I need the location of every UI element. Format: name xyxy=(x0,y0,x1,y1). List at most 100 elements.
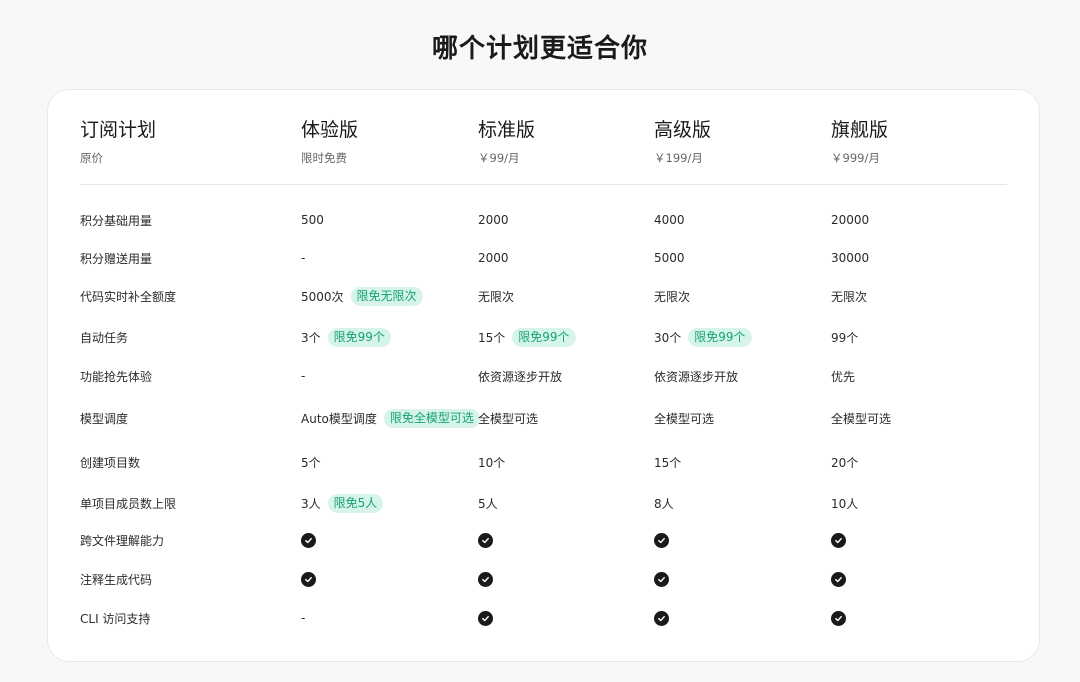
plan-price: 限时免费 xyxy=(301,151,347,165)
check-circle-icon xyxy=(654,571,669,587)
cell-value: 无限次 xyxy=(831,289,868,304)
check-circle-icon xyxy=(301,571,316,587)
plan-cell: 30个 限免99个 xyxy=(654,324,752,350)
header-label-column: 订阅计划 原价 xyxy=(80,118,156,166)
plan-name: 体验版 xyxy=(301,119,359,141)
check-circle-icon xyxy=(831,532,846,548)
promo-badge: 限免无限次 xyxy=(350,286,423,306)
plan-cell: 2000 xyxy=(478,245,509,271)
feature-label: 单项目成员数上限 xyxy=(80,496,177,511)
plan-name: 高级版 xyxy=(654,119,712,141)
plan-cell: 500 xyxy=(301,207,324,233)
cell-value: 依资源逐步开放 xyxy=(654,369,739,384)
cell-value: 30000 xyxy=(831,251,870,265)
cell-value: 3个 xyxy=(301,330,321,345)
plan-cell: 无限次 xyxy=(831,283,867,309)
plan-name: 旗舰版 xyxy=(831,119,889,141)
plan-cell: - xyxy=(301,605,305,631)
feature-label: 创建项目数 xyxy=(80,455,141,470)
table-row: 自动任务 3个 限免99个 15个 限免99个 30个 限免99个 99个 xyxy=(0,324,1080,350)
cell-value: 5个 xyxy=(301,455,321,470)
cell-value: 5000 xyxy=(654,251,685,265)
check-circle-icon xyxy=(654,532,669,548)
feature-label: 自动任务 xyxy=(80,330,129,345)
plan-cell: 依资源逐步开放 xyxy=(654,363,738,389)
cell-value: 8人 xyxy=(654,496,674,511)
check-circle-icon xyxy=(831,571,846,587)
cell-value: 无限次 xyxy=(478,289,515,304)
plan-cell: 3个 限免99个 xyxy=(301,324,391,350)
plan-cell: 无限次 xyxy=(478,283,514,309)
plan-cell: 全模型可选 xyxy=(478,405,538,431)
plan-cell: 5人 xyxy=(478,490,498,516)
check-circle-icon xyxy=(831,610,846,626)
feature-label: CLI 访问支持 xyxy=(80,611,151,626)
plan-cell: 99个 xyxy=(831,324,858,350)
table-row: 代码实时补全额度 5000次 限免无限次 无限次 无限次 无限次 xyxy=(0,283,1080,309)
page-title: 哪个计划更适合你 xyxy=(431,34,648,64)
plan-header-flagship: 旗舰版 ￥999/月 xyxy=(831,118,888,166)
cell-value: 20000 xyxy=(831,213,870,227)
cell-value: 全模型可选 xyxy=(654,411,715,426)
plan-cell: 4000 xyxy=(654,207,685,233)
promo-badge: 限免99个 xyxy=(327,327,391,347)
plan-cell: 10人 xyxy=(831,490,858,516)
cell-value: 4000 xyxy=(654,213,685,227)
table-row: 模型调度 Auto模型调度 限免全模型可选 全模型可选 全模型可选 全模型可选 xyxy=(0,405,1080,431)
check-circle-icon xyxy=(301,532,316,548)
cell-value: 2000 xyxy=(478,251,509,265)
cell-value: 5000次 xyxy=(301,289,344,304)
header-subtitle: 原价 xyxy=(80,151,103,165)
feature-label: 跨文件理解能力 xyxy=(80,533,165,548)
plan-header-premium: 高级版 ￥199/月 xyxy=(654,118,711,166)
plan-cell: - xyxy=(301,245,305,271)
cell-value: 20个 xyxy=(831,455,859,470)
plan-cell xyxy=(831,566,846,592)
cell-value: 全模型可选 xyxy=(831,411,892,426)
cell-value: 全模型可选 xyxy=(478,411,539,426)
promo-badge: 限免99个 xyxy=(688,327,752,347)
feature-label: 注释生成代码 xyxy=(80,572,153,587)
plan-cell: 2000 xyxy=(478,207,509,233)
plan-cell xyxy=(478,605,493,631)
plan-header-trial: 体验版 限时免费 xyxy=(301,118,358,166)
plan-price: ￥199/月 xyxy=(654,151,703,165)
table-row: CLI 访问支持 - xyxy=(0,605,1080,631)
cell-value: 2000 xyxy=(478,213,509,227)
plan-cell: 5000 xyxy=(654,245,685,271)
check-circle-icon xyxy=(478,610,493,626)
feature-label: 代码实时补全额度 xyxy=(80,289,177,304)
plan-cell: 20个 xyxy=(831,449,858,475)
cell-value: 500 xyxy=(301,213,324,227)
table-row: 注释生成代码 xyxy=(0,566,1080,592)
plan-cell: 无限次 xyxy=(654,283,690,309)
plan-cell xyxy=(654,527,669,553)
header-divider xyxy=(80,184,1007,185)
plan-cell: Auto模型调度 限免全模型可选 xyxy=(301,405,480,431)
feature-label: 模型调度 xyxy=(80,411,129,426)
plan-cell: 15个 xyxy=(654,449,681,475)
cell-value: 依资源逐步开放 xyxy=(478,369,563,384)
check-circle-icon xyxy=(478,571,493,587)
header-title: 订阅计划 xyxy=(80,119,157,141)
plan-cell xyxy=(654,566,669,592)
promo-badge: 限免99个 xyxy=(512,327,576,347)
cell-value: 99个 xyxy=(831,330,859,345)
plan-cell xyxy=(478,527,493,553)
table-row: 创建项目数 5个 10个 15个 20个 xyxy=(0,449,1080,475)
cell-value: 15个 xyxy=(654,455,682,470)
cell-value: 15个 xyxy=(478,330,506,345)
plan-cell: 15个 限免99个 xyxy=(478,324,576,350)
plan-price: ￥99/月 xyxy=(478,151,520,165)
plan-cell: 依资源逐步开放 xyxy=(478,363,562,389)
cell-value: 10人 xyxy=(831,496,859,511)
cell-value: - xyxy=(301,369,306,383)
cell-value: 无限次 xyxy=(654,289,691,304)
plan-cell: - xyxy=(301,363,305,389)
cell-value: 优先 xyxy=(831,369,856,384)
plan-cell: 20000 xyxy=(831,207,869,233)
feature-label: 积分基础用量 xyxy=(80,213,153,228)
plan-cell: 全模型可选 xyxy=(654,405,714,431)
cell-value: - xyxy=(301,611,306,625)
plan-cell xyxy=(478,566,493,592)
